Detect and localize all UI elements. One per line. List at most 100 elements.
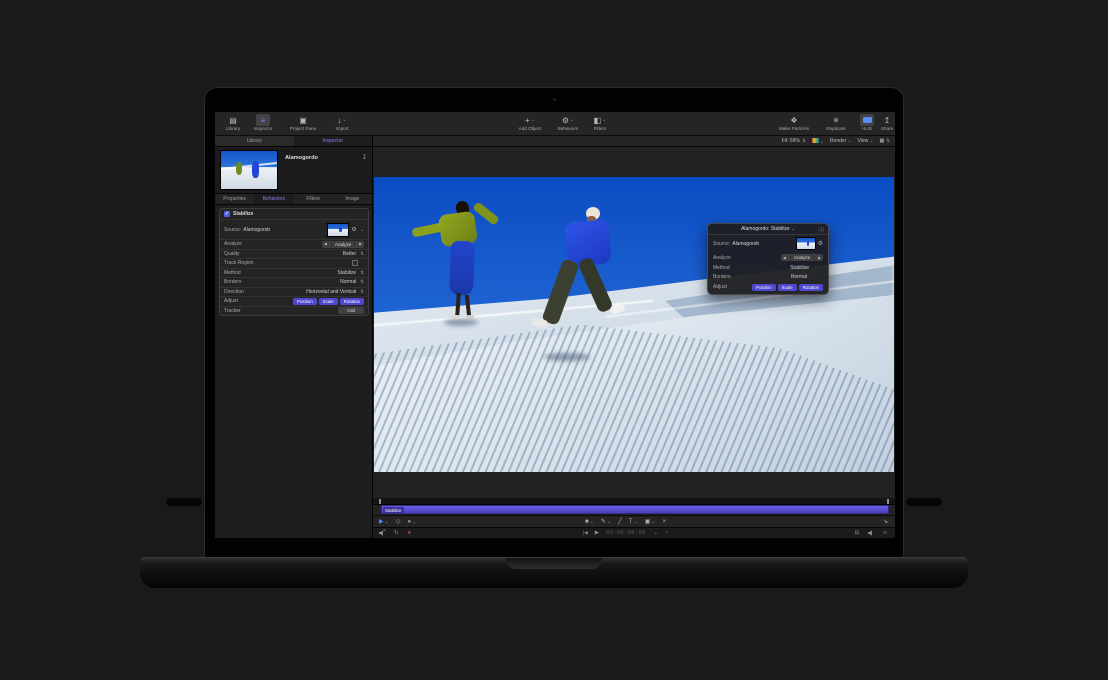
channels-icon[interactable] bbox=[812, 138, 819, 143]
object-thumbnail[interactable] bbox=[220, 150, 278, 190]
project-pane-button[interactable]: ▣ Project Pane bbox=[281, 114, 325, 131]
analyze-button[interactable]: Analyze bbox=[790, 255, 814, 260]
pin-icon[interactable]: ↧ bbox=[362, 154, 367, 161]
tab-behaviors[interactable]: Behaviors bbox=[254, 194, 293, 204]
chevron-down-icon: ⌄ bbox=[590, 519, 594, 525]
record-button[interactable]: ● bbox=[408, 530, 411, 536]
hud-panel[interactable]: Alamogordo: Stabilize ⌄ ⓘ Source: Alamog… bbox=[707, 223, 829, 295]
play-button[interactable]: ▶ bbox=[595, 530, 599, 536]
stepper-icon[interactable]: ⇅ bbox=[360, 279, 364, 285]
share-button[interactable]: ↥ Share bbox=[878, 114, 895, 131]
tab-image[interactable]: Image bbox=[333, 194, 372, 204]
select-tool-button[interactable]: ▶⌄ bbox=[379, 518, 389, 525]
adjust-scale-button[interactable]: Scale bbox=[319, 298, 338, 305]
previous-frame-button[interactable]: |◀ bbox=[583, 530, 588, 536]
adjust-position-button[interactable]: Position bbox=[752, 284, 776, 291]
stepper-icon[interactable]: ⇅ bbox=[360, 270, 364, 276]
linked-playback-button[interactable]: ∞ bbox=[883, 530, 887, 536]
chevron-down-icon: ⌄ bbox=[633, 519, 637, 525]
library-icon: ▤ bbox=[226, 114, 240, 126]
rect-tool-icon: ■ bbox=[585, 519, 589, 525]
in-point-marker[interactable] bbox=[379, 499, 381, 504]
tab-library[interactable]: Library bbox=[215, 136, 294, 146]
transform-tool-button[interactable]: × bbox=[662, 519, 666, 525]
bezier-tool-button[interactable]: ✎⌄ bbox=[601, 518, 611, 525]
chevron-down-icon[interactable]: ⌄ bbox=[847, 138, 851, 144]
chevron-down-icon[interactable]: ⌄ bbox=[360, 227, 364, 233]
clock-icon[interactable]: ◔ bbox=[665, 530, 668, 536]
mini-timeline-ruler[interactable] bbox=[373, 498, 895, 505]
stepper-icon[interactable]: ⇅ bbox=[802, 138, 806, 143]
hud-button[interactable]: HUD bbox=[857, 114, 877, 131]
method-value[interactable]: Stabilize bbox=[337, 270, 356, 276]
stepper-icon[interactable]: ⇅ bbox=[360, 251, 364, 257]
library-button[interactable]: ▤ Library bbox=[219, 114, 247, 131]
tab-inspector[interactable]: Inspector bbox=[294, 136, 373, 146]
replicate-button[interactable]: ✳ Replicate bbox=[819, 114, 853, 131]
film-overlay-button[interactable]: ⊟ bbox=[854, 530, 859, 536]
borders-value[interactable]: Normal bbox=[791, 274, 807, 280]
text-tool-button[interactable]: T⌄ bbox=[629, 519, 638, 525]
tracker-add-button[interactable]: Add bbox=[338, 307, 364, 314]
pan-tool-button[interactable]: ↘ bbox=[883, 518, 888, 525]
speaker-icon[interactable] bbox=[868, 530, 874, 536]
adjust-rotation-button[interactable]: Rotation bbox=[799, 284, 823, 291]
analyze-button[interactable]: Analyze bbox=[331, 242, 355, 247]
method-row: Method Stabilize⇅ bbox=[220, 268, 368, 278]
chevron-down-icon[interactable]: ⌄ bbox=[654, 530, 658, 536]
tab-properties[interactable]: Properties bbox=[215, 194, 254, 204]
borders-value[interactable]: Normal bbox=[340, 279, 356, 285]
method-value[interactable]: Stabilize bbox=[790, 265, 809, 271]
adjust-scale-button[interactable]: Scale bbox=[778, 284, 797, 291]
add-object-button[interactable]: +⌄ Add Object bbox=[511, 114, 549, 131]
gear-icon[interactable]: ⚙ bbox=[818, 240, 823, 247]
behavior-timebar[interactable]: Stabilize bbox=[381, 505, 889, 514]
behaviors-button[interactable]: ⚙⌄ Behaviors bbox=[551, 114, 585, 131]
hud-source-row: Source: Alamogordo ⚙ bbox=[708, 235, 828, 252]
adjust-position-button[interactable]: Position bbox=[293, 298, 317, 305]
grid-icon[interactable]: ▦ bbox=[879, 138, 884, 144]
quality-value[interactable]: Better bbox=[343, 251, 356, 257]
stepper-icon[interactable]: ⇅ bbox=[886, 138, 890, 143]
track-region-checkbox[interactable] bbox=[352, 260, 358, 266]
camera-tool-button[interactable]: ●⌄ bbox=[407, 519, 416, 525]
chevron-down-icon[interactable]: ⌄ bbox=[869, 138, 873, 144]
keyframe-tool-button[interactable]: ◇ bbox=[396, 518, 401, 525]
timecode-display[interactable]: 00:00:00:00 bbox=[606, 530, 646, 536]
import-button[interactable]: ↓⌄ Import bbox=[327, 114, 357, 131]
analyze-backward-icon[interactable]: ◀ bbox=[322, 242, 329, 246]
hud-title-bar[interactable]: Alamogordo: Stabilize ⌄ ⓘ bbox=[708, 224, 828, 235]
hud-analyze-row: Analyze ◀ Analyze ▶ bbox=[708, 252, 828, 263]
analyze-forward-icon[interactable]: ▶ bbox=[816, 256, 823, 260]
fit-zoom-control[interactable]: Fit: 68% bbox=[782, 138, 800, 144]
stepper-icon[interactable]: ⇅ bbox=[360, 289, 364, 295]
analyze-forward-icon[interactable]: ▶ bbox=[357, 242, 364, 246]
shape-tool-button[interactable]: ■⌄ bbox=[585, 519, 594, 525]
chevron-down-icon[interactable]: ⌄ bbox=[820, 139, 824, 145]
analyze-backward-icon[interactable]: ◀ bbox=[781, 256, 788, 260]
gear-icon[interactable]: ⚙ bbox=[351, 226, 356, 233]
enable-checkbox[interactable]: ✓ bbox=[224, 211, 230, 217]
render-menu[interactable]: Render bbox=[830, 138, 846, 144]
view-menu[interactable]: View bbox=[858, 138, 869, 144]
video-frame[interactable] bbox=[374, 177, 894, 472]
mute-button[interactable]: × bbox=[379, 530, 385, 536]
canvas[interactable]: Alamogordo: Stabilize ⌄ ⓘ Source: Alamog… bbox=[373, 147, 895, 498]
line-tool-button[interactable]: ╱ bbox=[618, 518, 622, 525]
tab-filters[interactable]: Filters bbox=[294, 194, 333, 204]
source-thumbnail[interactable] bbox=[327, 223, 349, 237]
rubber-foot bbox=[166, 498, 202, 506]
adjust-rotation-button[interactable]: Rotation bbox=[340, 298, 364, 305]
inspector-button[interactable]: ≡ Inspector bbox=[247, 114, 279, 131]
make-particles-button[interactable]: ❖ Make Particles bbox=[771, 114, 817, 131]
source-thumbnail[interactable] bbox=[796, 237, 816, 250]
info-icon[interactable]: ⓘ bbox=[818, 226, 824, 234]
chevron-down-icon[interactable]: ⌄ bbox=[791, 226, 795, 232]
person-shadow bbox=[544, 353, 590, 361]
loop-button[interactable]: ↻ bbox=[394, 530, 399, 536]
direction-value[interactable]: Horizontal and Vertical bbox=[306, 289, 356, 295]
out-point-marker[interactable] bbox=[887, 499, 889, 504]
filters-button[interactable]: ◧⌄ Filters bbox=[587, 114, 613, 131]
mask-tool-button[interactable]: ▣⌄ bbox=[645, 518, 656, 525]
analyze-label: Analyze bbox=[713, 255, 731, 261]
